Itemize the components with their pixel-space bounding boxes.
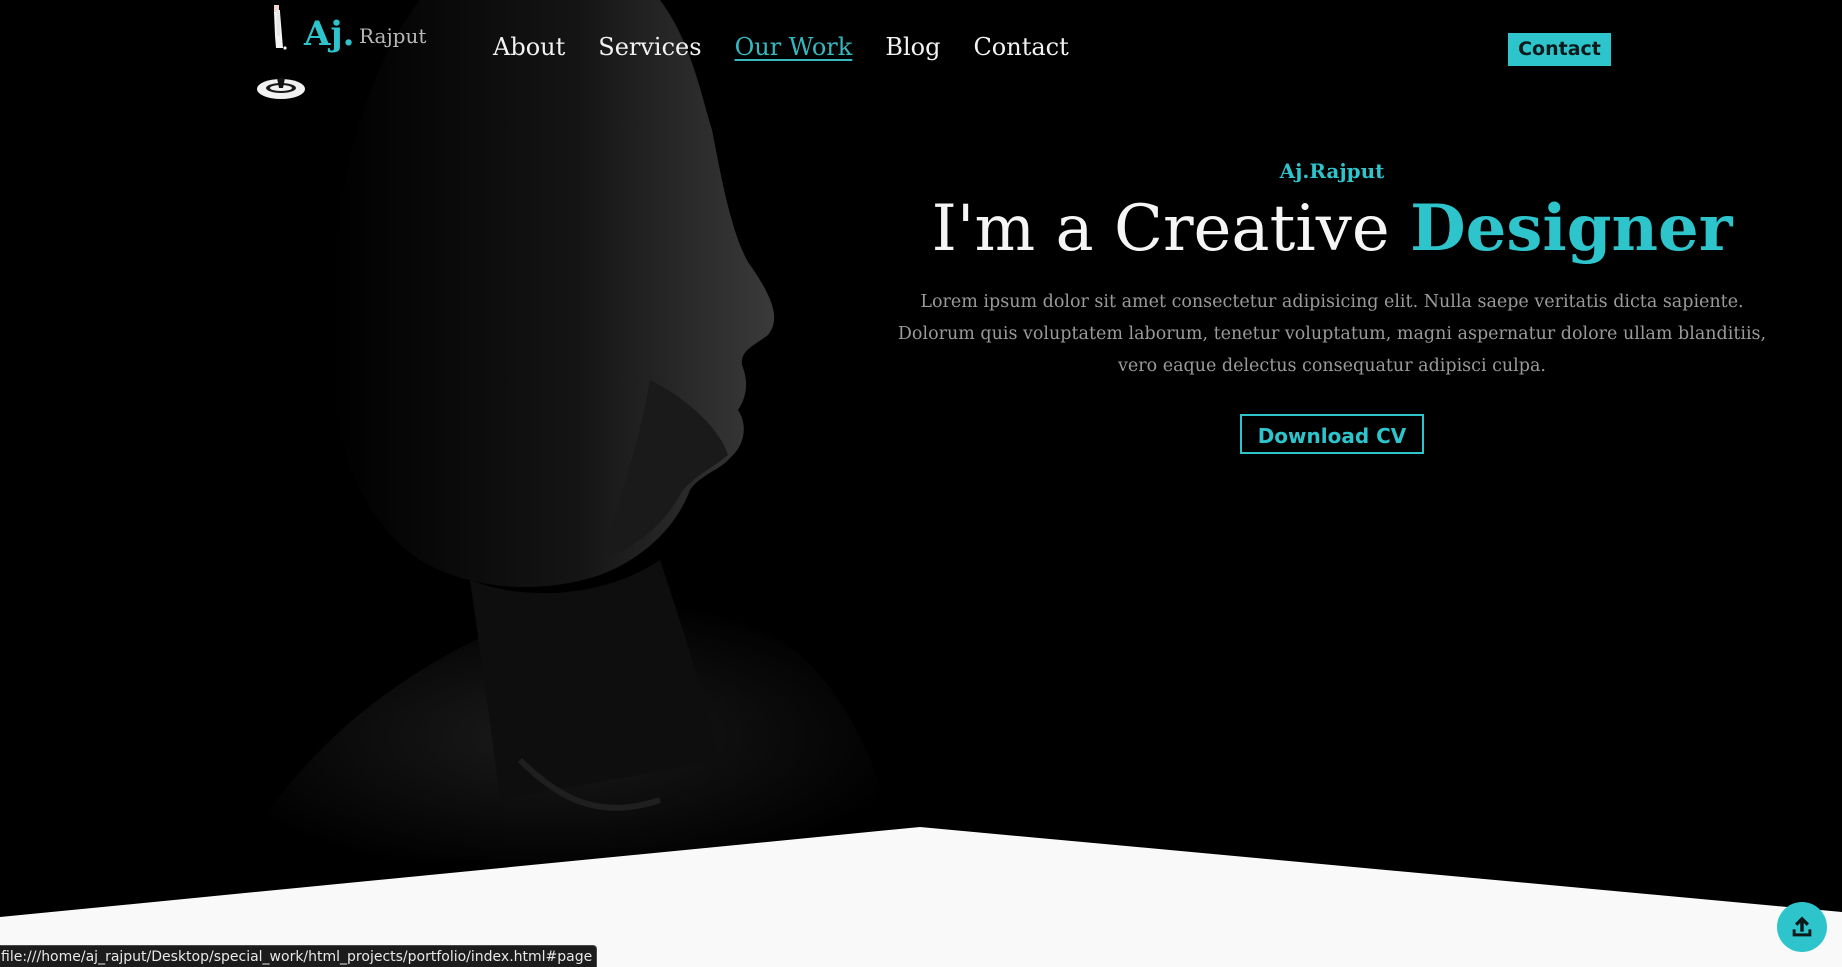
browser-status-url: file:///home/aj_rajput/Desktop/special_w… <box>0 945 598 967</box>
nav-contact[interactable]: Contact <box>973 33 1068 61</box>
scroll-top-button[interactable] <box>1777 902 1827 952</box>
nav-services[interactable]: Services <box>598 33 701 61</box>
section-divider <box>0 827 1842 967</box>
hero-eyebrow: Aj.Rajput <box>1279 159 1385 183</box>
main-nav: About Services Our Work Blog Contact <box>493 33 1069 61</box>
logo-mark: Aj. <box>304 14 355 54</box>
hero-headline-lead: I'm a Creative <box>931 192 1390 266</box>
download-cv-button[interactable]: Download CV <box>1239 414 1425 454</box>
nav-our-work[interactable]: Our Work <box>735 33 853 61</box>
upload-arrow-icon <box>1792 916 1812 937</box>
hero-description: Lorem ipsum dolor sit amet consectetur a… <box>897 292 1767 376</box>
logo-subtitle: Rajput <box>359 24 427 48</box>
hero-content: Aj.Rajput I'm a Creative Designer Lorem … <box>882 156 1782 454</box>
header-contact-button[interactable]: Contact <box>1508 33 1611 66</box>
nav-about[interactable]: About <box>493 33 565 61</box>
nav-blog[interactable]: Blog <box>885 33 940 61</box>
hero-section: Aj. Rajput About Services Our Work Blog … <box>0 0 1842 967</box>
site-logo[interactable]: Aj. Rajput <box>252 2 452 102</box>
hero-headline-accent: Designer <box>1410 191 1733 266</box>
hero-headline: I'm a Creative Designer <box>882 189 1782 269</box>
